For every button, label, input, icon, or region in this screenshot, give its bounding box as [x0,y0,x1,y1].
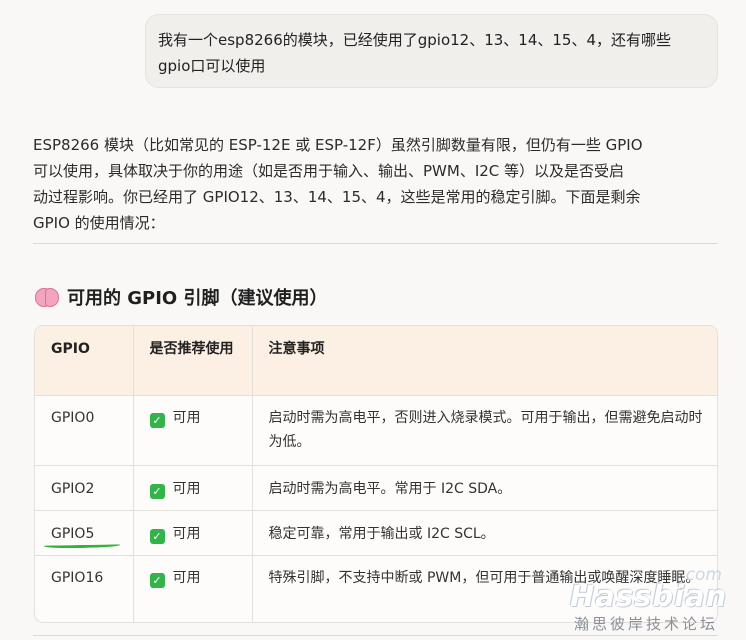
check-icon: ✓ [149,528,165,544]
status-text: 可用 [172,409,201,426]
gpio-table: GPIO 是否推荐使用 注意事项 GPIO0 ✓ 可用 启动时需为高电平，否则进入… [34,325,718,623]
column-header-gpio: GPIO [35,326,134,396]
note-cell: 启动时需为高电平。常用于 I2C SDA。 [252,465,717,511]
table-row: GPIO5 ✓ 可用 稳定可靠，常用于输出或 I2C SCL。 [35,510,717,556]
user-message-bubble: 我有一个esp8266的模块，已经使用了gpio12、13、14、15、4，还有… [145,14,718,88]
status-cell: ✓ 可用 [133,510,253,556]
table-row: GPIO0 ✓ 可用 启动时需为高电平，否则进入烧录模式。可用于输出，但需避免启动… [35,395,717,466]
note-cell: 启动时需为高电平，否则进入烧录模式。可用于输出，但需避免启动时为低。 [252,395,717,466]
gpio-cell: GPIO16 [35,555,134,622]
check-icon: ✓ [149,412,165,428]
section-heading: 可用的 GPIO 引脚（建议使用） [35,284,328,310]
status-text: 可用 [172,569,201,586]
gpio-cell: GPIO2 [35,465,134,511]
gpio-cell: GPIO0 [35,395,134,466]
divider [33,635,718,636]
assistant-intro-paragraph: ESP8266 模块（比如常见的 ESP-12E 或 ESP-12F）虽然引脚数… [33,132,721,236]
brain-icon [35,287,59,307]
intro-line: 可以使用，具体取决于你的用途（如是否用于输入、输出、PWM、I2C 等）以及是否… [33,162,625,180]
status-text: 可用 [172,525,201,542]
status-cell: ✓ 可用 [133,465,253,511]
check-icon: ✓ [149,483,165,499]
table-header-row: GPIO 是否推荐使用 注意事项 [35,326,717,396]
note-cell: 特殊引脚，不支持中断或 PWM，但可用于普通输出或唤醒深度睡眠。 [268,569,700,586]
note-cell: 稳定可靠，常用于输出或 I2C SCL。 [252,510,717,556]
divider [33,243,718,244]
intro-line: 动过程影响。你已经用了 GPIO12、13、14、15、4，这些是常用的稳定引脚… [33,188,641,206]
user-message-line: 我有一个esp8266的模块，已经使用了gpio12、13、14、15、4，还有… [158,31,672,49]
intro-line: ESP8266 模块（比如常见的 ESP-12E 或 ESP-12F）虽然引脚数… [33,136,643,154]
status-cell: ✓ 可用 [133,555,253,622]
column-header-notes: 注意事项 [252,326,717,396]
gpio-cell: GPIO5 [35,510,134,556]
intro-line: GPIO 的使用情况： [33,214,165,232]
table-row: GPIO16 ✓ 可用 特殊引脚，不支持中断或 PWM，但可用于普通输出或唤醒深度… [35,555,717,622]
status-cell: ✓ 可用 [133,395,253,466]
table-row: GPIO2 ✓ 可用 启动时需为高电平。常用于 I2C SDA。 [35,465,717,511]
check-icon: ✓ [149,572,165,588]
user-message-line: gpio口可以使用 [158,57,266,75]
section-heading-text: 可用的 GPIO 引脚（建议使用） [67,288,328,309]
status-text: 可用 [172,480,201,497]
column-header-recommended: 是否推荐使用 [133,326,253,396]
